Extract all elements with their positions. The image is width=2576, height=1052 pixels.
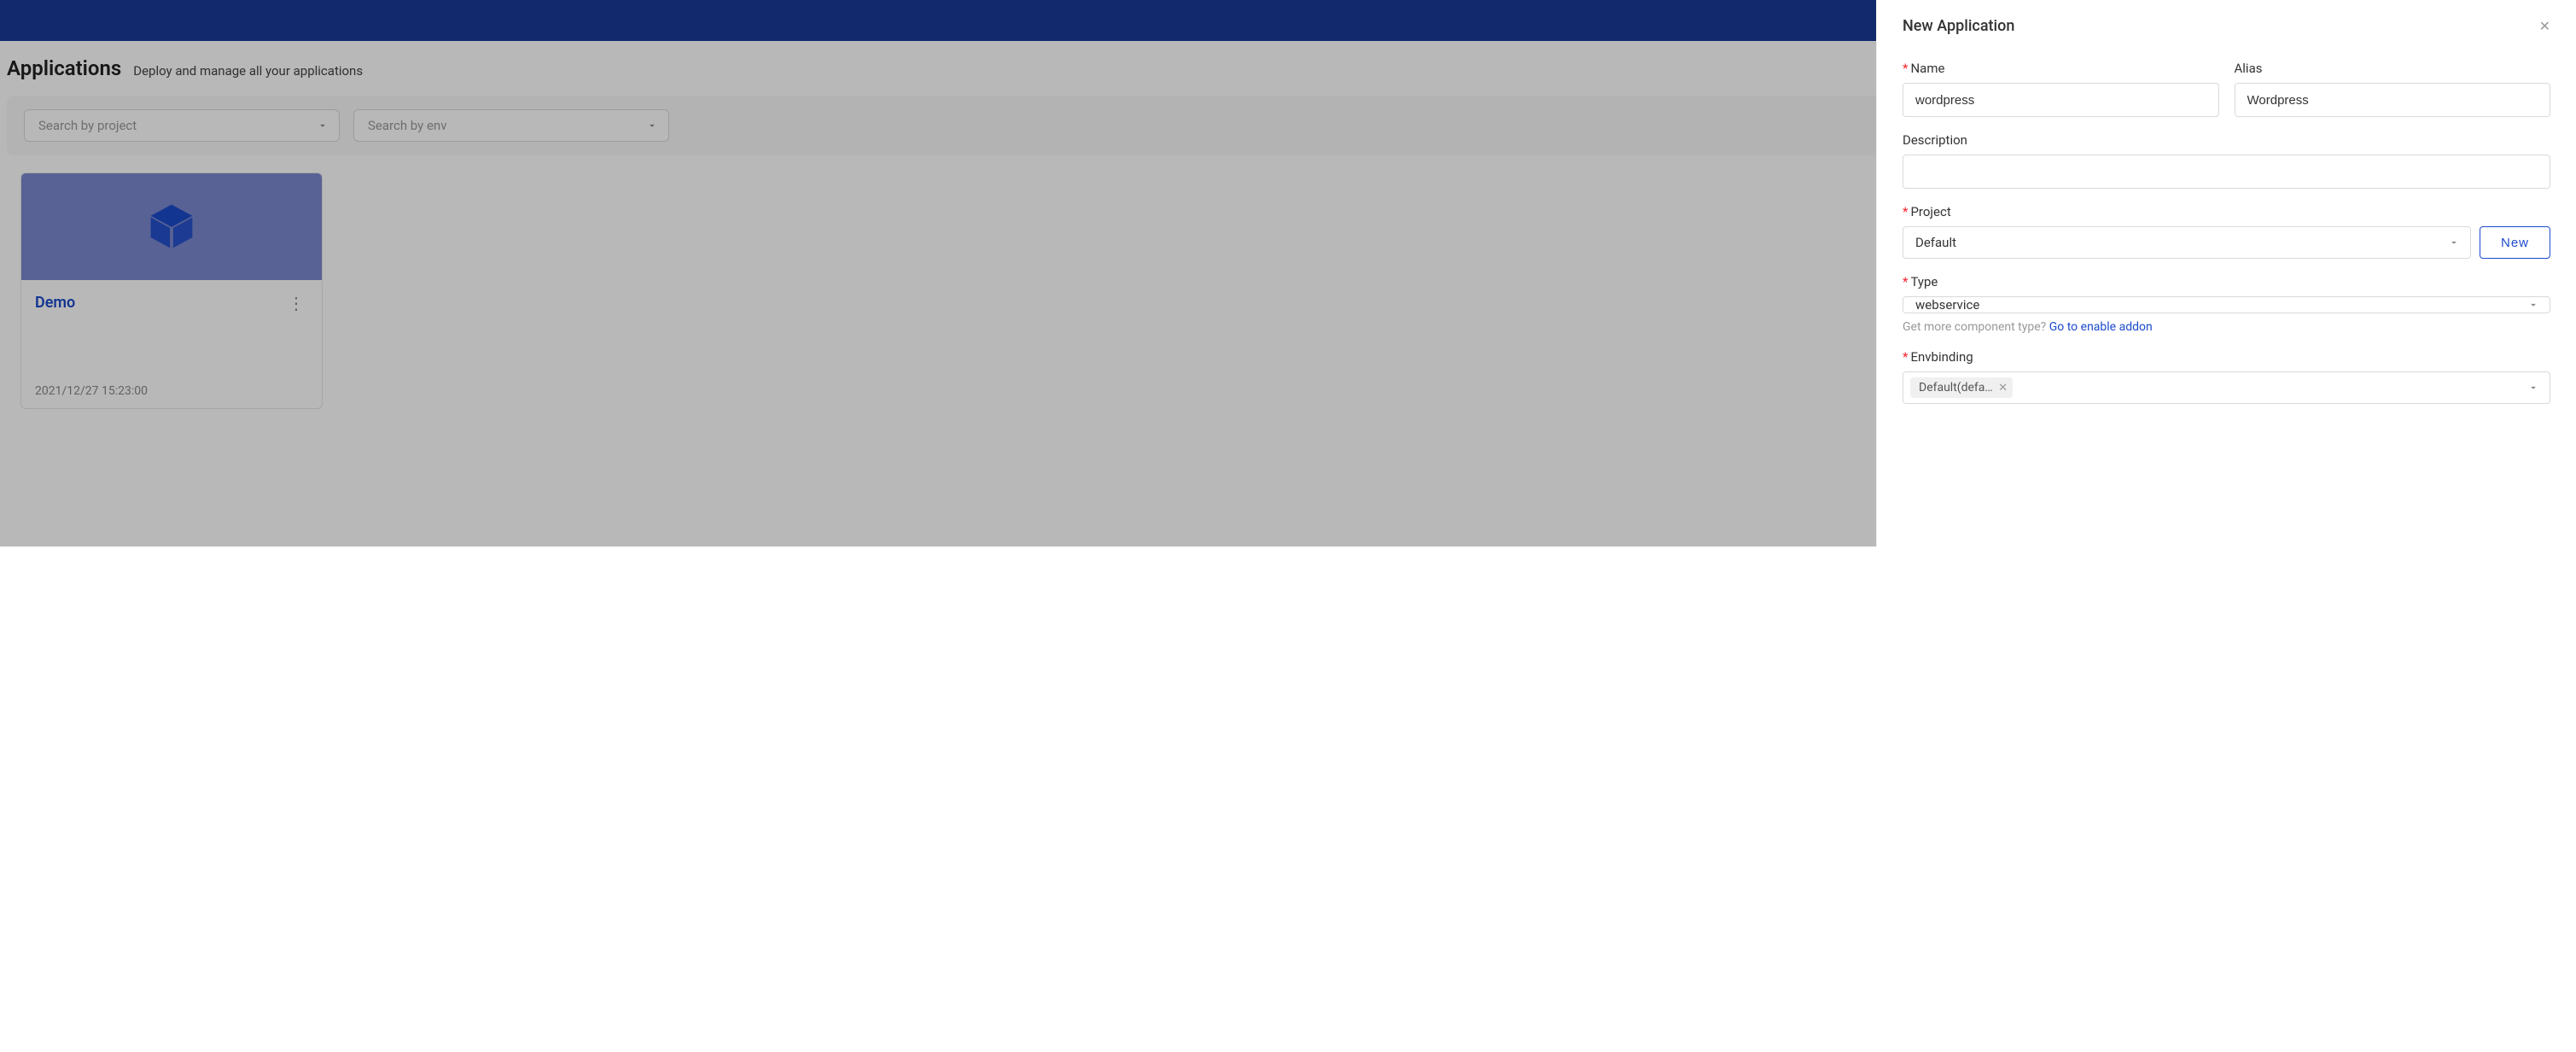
enable-addon-link[interactable]: Go to enable addon: [2049, 320, 2153, 334]
type-select[interactable]: webservice: [1903, 296, 2550, 313]
alias-input[interactable]: [2235, 83, 2551, 117]
drawer-title: New Application: [1903, 17, 2014, 35]
type-label: *Type: [1903, 274, 2550, 289]
tag-remove-icon[interactable]: ✕: [1998, 382, 2008, 394]
project-select[interactable]: Default: [1903, 226, 2471, 259]
name-input[interactable]: [1903, 83, 2219, 117]
description-input[interactable]: [1903, 155, 2550, 189]
name-label: *Name: [1903, 61, 2219, 76]
description-label: Description: [1903, 132, 2550, 148]
envbinding-select[interactable]: Default(default) ✕: [1903, 371, 2550, 404]
app-wrapper: Applications Deploy and manage all your …: [0, 0, 2576, 546]
envbinding-label: *Envbinding: [1903, 349, 2550, 365]
type-select-value: webservice: [1915, 297, 1979, 313]
envbinding-tag: Default(default) ✕: [1910, 377, 2013, 398]
chevron-down-icon: [2527, 299, 2539, 311]
alias-label: Alias: [2235, 61, 2551, 76]
new-project-button[interactable]: New: [2480, 226, 2550, 259]
chevron-down-icon: [2448, 237, 2460, 248]
envbinding-tag-label: Default(default): [1919, 381, 1993, 394]
type-hint-text: Get more component type?: [1903, 320, 2049, 334]
new-application-drawer: New Application ✕ *Name Alias Descriptio…: [1876, 0, 2576, 546]
chevron-down-icon: [2527, 382, 2539, 394]
project-label: *Project: [1903, 204, 2550, 219]
type-hint: Get more component type? Go to enable ad…: [1903, 320, 2550, 334]
project-select-value: Default: [1915, 235, 1956, 250]
close-icon[interactable]: ✕: [2539, 18, 2550, 34]
